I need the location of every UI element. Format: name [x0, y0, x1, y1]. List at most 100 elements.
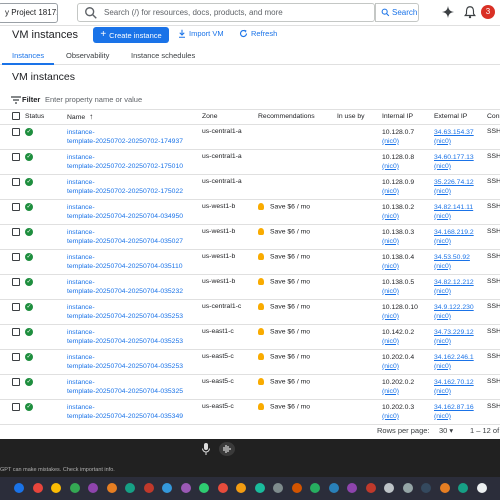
row-checkbox[interactable] — [12, 402, 20, 411]
row-checkbox[interactable] — [12, 352, 20, 361]
taskbar-app-icon[interactable] — [69, 483, 80, 493]
nic-link[interactable]: (nic0) — [434, 287, 487, 296]
import-vm-button[interactable]: Import VM — [178, 29, 224, 38]
row-checkbox[interactable] — [12, 277, 20, 286]
tab-instance-schedules[interactable]: Instance schedules — [131, 51, 195, 60]
taskbar-app-icon[interactable] — [236, 483, 246, 493]
taskbar-app-icon[interactable] — [51, 483, 61, 493]
gemini-sparkle-icon[interactable] — [441, 5, 455, 19]
row-checkbox[interactable] — [12, 152, 20, 161]
recommendation-text[interactable]: Save $6 / mo — [270, 403, 310, 410]
table-row[interactable]: ✓ instance-template-20250702-20250702-175… — [0, 149, 500, 175]
external-ip-link[interactable]: 34.82.141.11 — [434, 203, 487, 212]
instance-name-link[interactable]: instance-template-20250704-20250704-0352… — [67, 303, 202, 321]
nic-link[interactable]: (nic0) — [382, 187, 434, 196]
select-all-checkbox[interactable] — [12, 111, 20, 120]
recommendation-text[interactable]: Save $6 / mo — [270, 253, 310, 260]
recommendation-text[interactable]: Save $6 / mo — [270, 228, 310, 235]
external-ip-link[interactable]: 34.162.246.1 — [434, 353, 487, 362]
row-checkbox[interactable] — [12, 177, 20, 186]
taskbar-app-icon[interactable] — [291, 483, 302, 493]
external-ip-link[interactable]: 34.162.87.16 — [434, 403, 487, 412]
table-row[interactable]: ✓ instance-template-20250704-20250704-035… — [0, 349, 500, 375]
taskbar-app-icon[interactable] — [402, 483, 413, 493]
row-checkbox[interactable] — [12, 227, 20, 236]
create-instance-button[interactable]: + Create instance — [93, 27, 169, 43]
project-selector[interactable]: y Project 18171 — [0, 3, 58, 23]
nic-link[interactable]: (nic0) — [434, 237, 487, 246]
taskbar-app-icon[interactable] — [458, 483, 468, 493]
row-checkbox[interactable] — [12, 127, 20, 136]
table-row[interactable]: ✓ instance-template-20250704-20250704-035… — [0, 224, 500, 250]
column-header-zone[interactable]: Zone — [202, 110, 258, 125]
ssh-connect-cell[interactable]: SSH — [487, 174, 500, 200]
search-input[interactable]: Search (/) for resources, docs, products… — [104, 8, 283, 17]
filter-input[interactable]: Enter property name or value — [45, 95, 142, 104]
external-ip-link[interactable]: 34.168.219.2 — [434, 228, 487, 237]
recommendation-text[interactable]: Save $6 / mo — [270, 378, 310, 385]
column-header-connect[interactable]: Conn — [487, 110, 500, 125]
external-ip-link[interactable]: 35.226.74.12 — [434, 178, 487, 187]
taskbar-app-icon[interactable] — [365, 483, 376, 493]
tab-instances[interactable]: Instances — [12, 51, 44, 60]
taskbar-app-icon[interactable] — [310, 483, 320, 493]
table-row[interactable]: ✓ instance-template-20250704-20250704-035… — [0, 249, 500, 275]
ssh-connect-cell[interactable]: SSH — [487, 349, 500, 375]
taskbar-app-icon[interactable] — [14, 483, 24, 493]
taskbar-app-icon[interactable] — [88, 483, 98, 493]
ssh-connect-cell[interactable]: SSH — [487, 249, 500, 275]
row-checkbox[interactable] — [12, 202, 20, 211]
ssh-connect-cell[interactable]: SSH — [487, 374, 500, 400]
nic-link[interactable]: (nic0) — [382, 237, 434, 246]
nic-link[interactable]: (nic0) — [434, 337, 487, 346]
microphone-icon[interactable] — [201, 442, 211, 456]
nic-link[interactable]: (nic0) — [382, 137, 434, 146]
recommendation-text[interactable]: Save $6 / mo — [270, 353, 310, 360]
taskbar-app-icon[interactable] — [199, 483, 209, 493]
nic-link[interactable]: (nic0) — [382, 387, 434, 396]
ssh-connect-cell[interactable]: SSH — [487, 299, 500, 325]
taskbar-app-icon[interactable] — [421, 483, 431, 493]
nic-link[interactable]: (nic0) — [434, 262, 487, 271]
rows-per-page-select[interactable]: 30 ▾ — [439, 426, 453, 435]
external-ip-link[interactable]: 34.53.50.92 — [434, 253, 487, 262]
taskbar-app-icon[interactable] — [347, 483, 357, 493]
search-button[interactable]: Search — [375, 3, 419, 22]
nic-link[interactable]: (nic0) — [382, 287, 434, 296]
instance-name-link[interactable]: instance-template-20250702-20250702-1749… — [67, 128, 202, 146]
instance-name-link[interactable]: instance-template-20250704-20250704-0352… — [67, 278, 202, 296]
taskbar-app-icon[interactable] — [384, 483, 394, 493]
notification-badge[interactable]: 3 — [481, 5, 495, 19]
column-header-recommendations[interactable]: Recommendations — [258, 110, 337, 125]
voice-mode-button[interactable] — [219, 442, 235, 456]
nic-link[interactable]: (nic0) — [434, 387, 487, 396]
external-ip-link[interactable]: 34.82.12.212 — [434, 278, 487, 287]
taskbar-app-icon[interactable] — [217, 483, 228, 493]
ssh-connect-cell[interactable]: SSH — [487, 224, 500, 250]
nic-link[interactable]: (nic0) — [382, 262, 434, 271]
ssh-connect-cell[interactable]: SSH — [487, 399, 500, 425]
external-ip-link[interactable]: 34.162.70.12 — [434, 378, 487, 387]
nic-link[interactable]: (nic0) — [434, 412, 487, 421]
nic-link[interactable]: (nic0) — [382, 312, 434, 321]
nic-link[interactable]: (nic0) — [382, 337, 434, 346]
instance-name-link[interactable]: instance-template-20250704-20250704-0353… — [67, 403, 202, 421]
taskbar-app-icon[interactable] — [439, 483, 450, 493]
row-checkbox[interactable] — [12, 327, 20, 336]
table-row[interactable]: ✓ instance-template-20250704-20250704-035… — [0, 374, 500, 400]
external-ip-link[interactable]: 34.63.154.37 — [434, 128, 487, 137]
sort-ascending-icon[interactable]: ↑ — [89, 112, 93, 121]
nic-link[interactable]: (nic0) — [382, 212, 434, 221]
nic-link[interactable]: (nic0) — [382, 412, 434, 421]
instance-name-link[interactable]: instance-template-20250704-20250704-0349… — [67, 203, 202, 221]
taskbar-app-icon[interactable] — [328, 483, 339, 493]
row-checkbox[interactable] — [12, 302, 20, 311]
ssh-connect-cell[interactable]: SSH — [487, 274, 500, 300]
taskbar-app-icon[interactable] — [106, 483, 117, 493]
nic-link[interactable]: (nic0) — [434, 312, 487, 321]
taskbar-app-icon[interactable] — [273, 483, 283, 493]
taskbar-app-icon[interactable] — [162, 483, 172, 493]
nic-link[interactable]: (nic0) — [434, 137, 487, 146]
nic-link[interactable]: (nic0) — [382, 162, 434, 171]
instance-name-link[interactable]: instance-template-20250704-20250704-0353… — [67, 378, 202, 396]
